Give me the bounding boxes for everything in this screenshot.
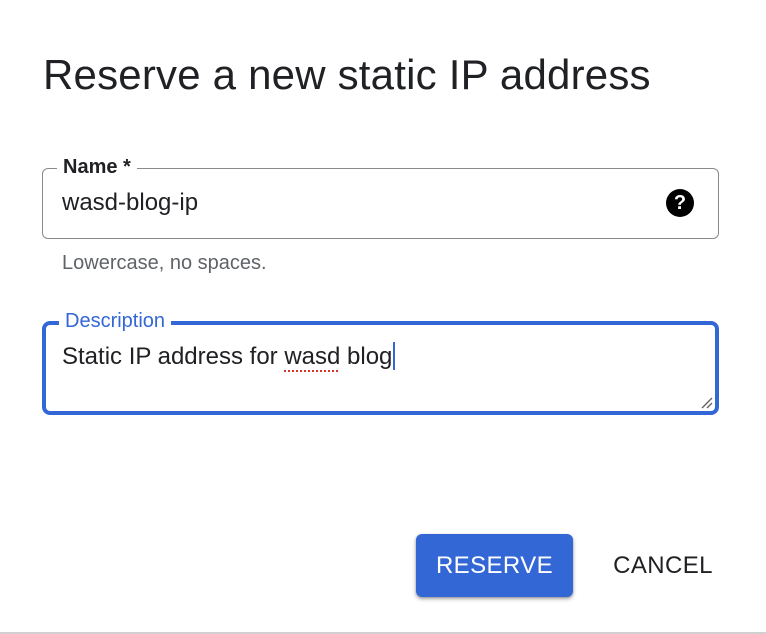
name-input[interactable]: wasd-blog-ip bbox=[62, 188, 652, 218]
cancel-button[interactable]: CANCEL bbox=[596, 534, 730, 597]
text-caret bbox=[393, 342, 396, 370]
description-field[interactable]: Description Static IP address for wasd b… bbox=[42, 309, 719, 415]
name-helper-text: Lowercase, no spaces. bbox=[62, 252, 267, 274]
description-text-part: blog bbox=[340, 343, 393, 370]
description-text-part: Static IP address for bbox=[62, 343, 285, 370]
resize-handle-icon[interactable] bbox=[699, 395, 713, 409]
reserve-button[interactable]: RESERVE bbox=[416, 534, 573, 597]
reserve-ip-dialog: Reserve a new static IP address Name * w… bbox=[0, 0, 766, 634]
description-field-label: Description bbox=[59, 309, 172, 333]
help-circle-icon[interactable]: ? bbox=[666, 189, 694, 217]
dialog-title: Reserve a new static IP address bbox=[43, 51, 651, 98]
name-field-label: Name * bbox=[57, 155, 137, 179]
name-field[interactable]: Name * wasd-blog-ip ? bbox=[42, 155, 719, 239]
spellcheck-word: wasd bbox=[284, 343, 341, 370]
description-textarea[interactable]: Static IP address for wasd blog bbox=[62, 342, 692, 372]
